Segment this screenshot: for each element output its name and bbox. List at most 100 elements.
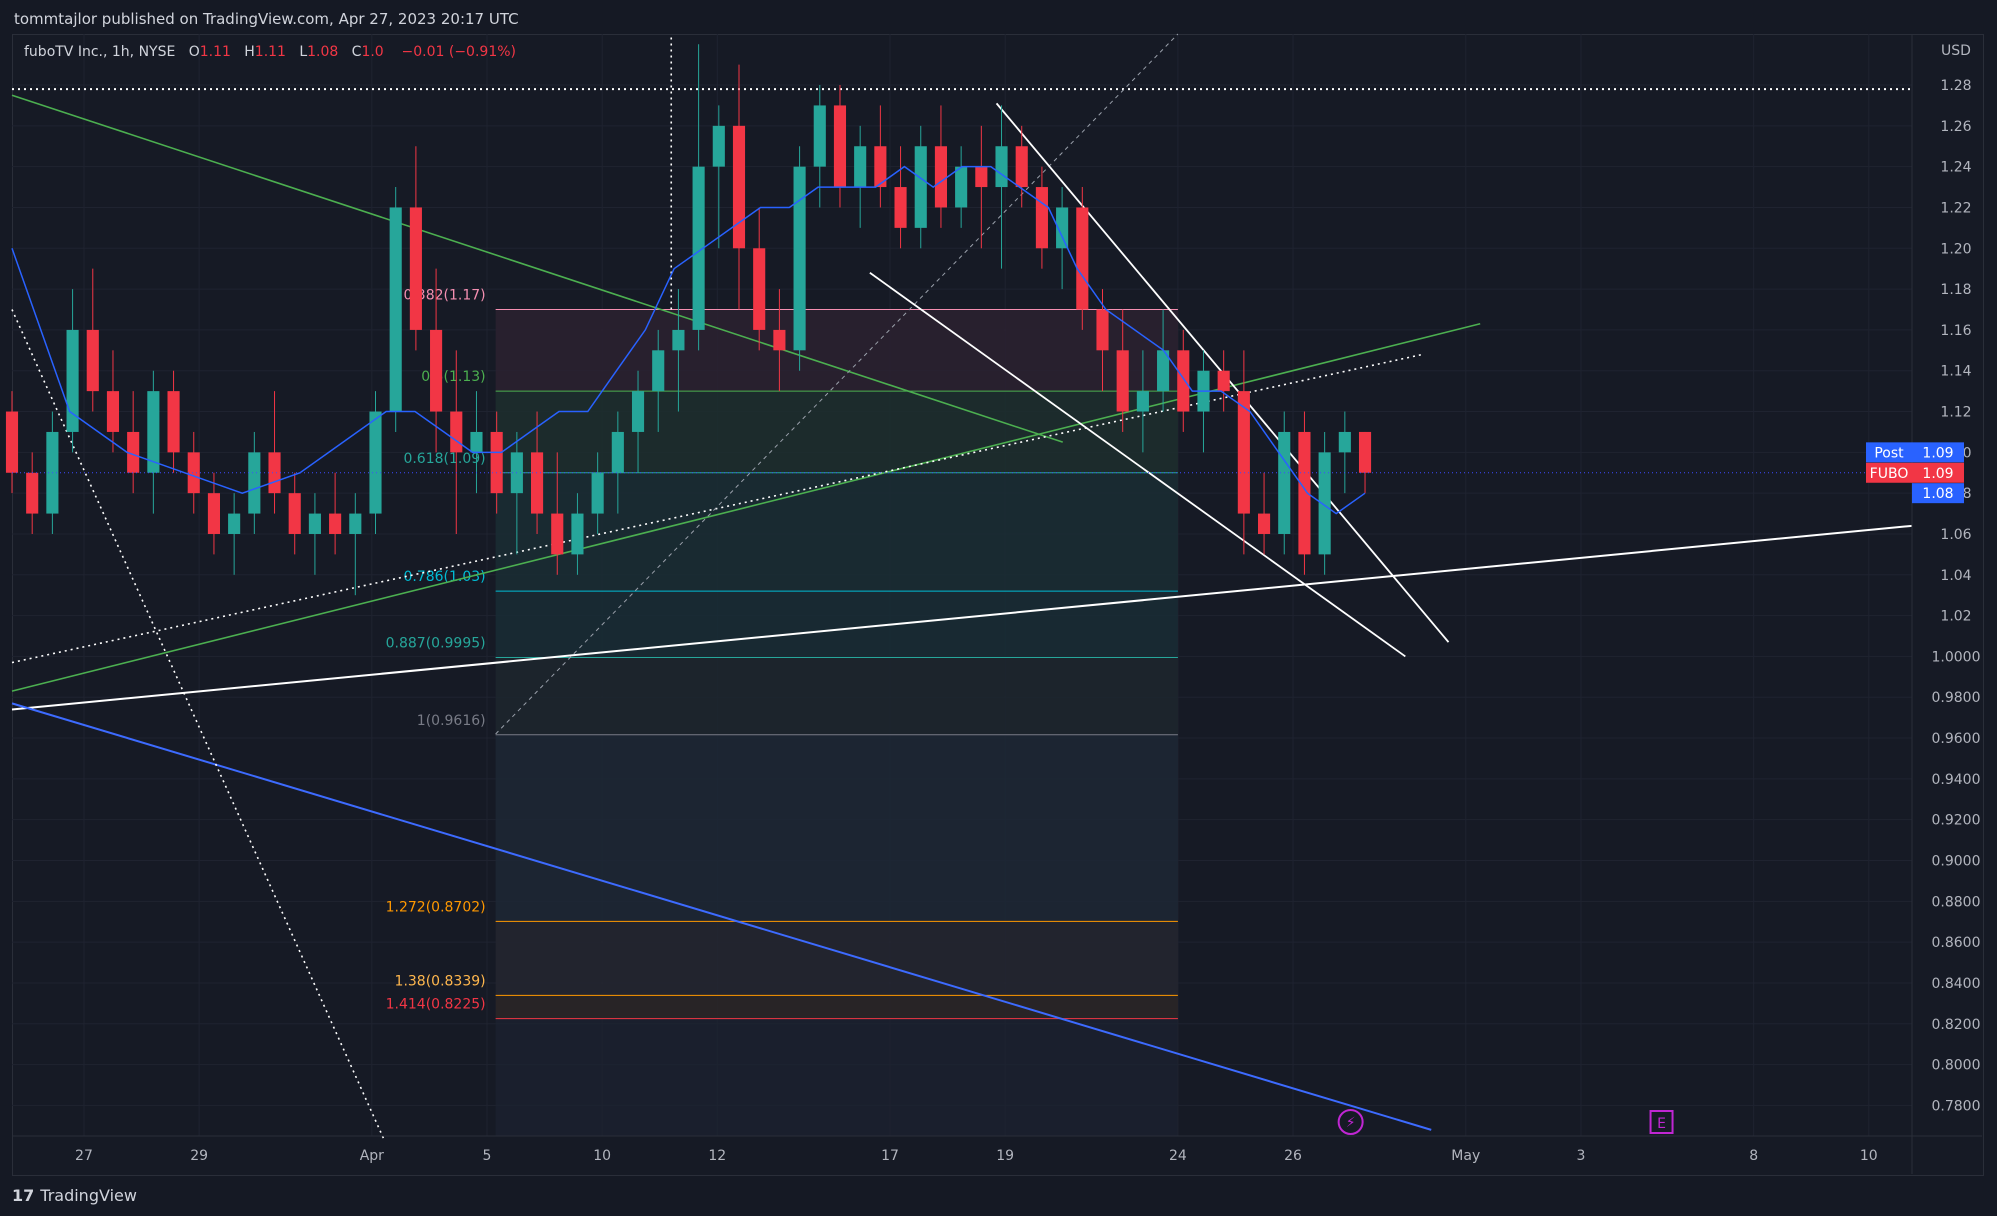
time-tick-label: 24 (1169, 1148, 1187, 1164)
time-tick-label: 27 (75, 1148, 93, 1164)
candle (894, 187, 907, 228)
fib-level-label: 0.887(0.9995) (386, 635, 486, 651)
price-chart[interactable]: 0.382(1.17)0.5(1.13)0.618(1.09)0.786(1.0… (0, 0, 1997, 1216)
candle (1278, 431, 1291, 534)
price-tick-label: 0.8000 (1932, 1058, 1981, 1074)
time-tick-label: 3 (1576, 1148, 1585, 1164)
candle (712, 125, 725, 167)
symbol-legend: fuboTV Inc., 1h, NYSE O1.11 H1.11 L1.08 … (24, 44, 516, 60)
change-value: −0.01 (−0.91%) (401, 44, 516, 60)
candle (308, 513, 321, 534)
low-value: 1.08 (307, 44, 339, 60)
candle (591, 472, 604, 514)
candle (1136, 391, 1149, 412)
candle (530, 452, 544, 514)
candle (813, 105, 826, 167)
time-tick-label: 17 (881, 1148, 899, 1164)
price-tick-label: 1.16 (1940, 323, 1971, 339)
price-tick-label: 0.8600 (1932, 935, 1981, 951)
candle (1035, 187, 1048, 249)
candle (652, 350, 665, 392)
price-tick-label: 0.8800 (1932, 894, 1981, 910)
candle (248, 452, 261, 514)
price-tick-label: 1.22 (1940, 200, 1971, 216)
price-tick-label: 0.9600 (1932, 731, 1981, 747)
candle (611, 431, 624, 473)
fib-zone (495, 921, 1178, 996)
price-badge-label: Post (1874, 445, 1904, 461)
candle (1217, 370, 1230, 392)
candle (268, 452, 281, 494)
candle (753, 248, 766, 330)
open-label: O (188, 44, 200, 60)
fib-level-label: 1.272(0.8702) (386, 899, 486, 915)
time-tick-label: 19 (996, 1148, 1014, 1164)
candle (228, 513, 241, 534)
fib-zone (495, 995, 1178, 1019)
time-tick-label: 12 (708, 1148, 726, 1164)
candle (187, 452, 200, 494)
high-value: 1.11 (254, 44, 286, 60)
candle (288, 493, 301, 534)
candle (26, 472, 39, 514)
fib-level-label: 1.414(0.8225) (386, 997, 486, 1013)
price-badge-value: 1.08 (1922, 486, 1953, 502)
price-tick-label: 1.02 (1940, 609, 1971, 625)
candle (1015, 146, 1028, 188)
candle (409, 207, 422, 330)
fib-zone (495, 309, 1178, 392)
candle (430, 329, 443, 412)
candle (1096, 309, 1109, 351)
time-tick-label: Apr (360, 1148, 384, 1164)
candle (1358, 431, 1372, 473)
candle (1177, 350, 1190, 412)
price-tick-label: 1.0000 (1932, 649, 1981, 665)
close-label: C (351, 44, 362, 60)
price-badge-value: 1.09 (1922, 466, 1953, 482)
open-value: 1.11 (199, 44, 231, 60)
candle (329, 513, 342, 534)
time-tick-label: 29 (190, 1148, 208, 1164)
fib-level-label: 0.618(1.09) (403, 451, 485, 467)
price-badge-label: FUBO (1870, 466, 1909, 482)
price-tick-label: 1.04 (1940, 568, 1971, 584)
high-label: H (244, 44, 255, 60)
time-tick-label: 8 (1749, 1148, 1758, 1164)
time-tick-label: May (1451, 1148, 1480, 1164)
tradingview-brand: TradingView (40, 1185, 137, 1205)
price-tick-label: 1.06 (1940, 527, 1971, 543)
price-tick-label: 0.9200 (1932, 813, 1981, 829)
candle (914, 146, 927, 228)
lightning-icon: ⚡ (1346, 1115, 1356, 1131)
candle (167, 391, 180, 453)
candle (5, 411, 19, 473)
price-tick-label: 1.28 (1940, 78, 1971, 94)
fib-zone (495, 591, 1178, 658)
candle (470, 431, 483, 453)
price-tick-label: 1.26 (1940, 119, 1971, 135)
time-tick-label: 5 (483, 1148, 492, 1164)
candle (551, 513, 564, 555)
price-badge-value: 1.09 (1922, 445, 1953, 461)
candle (389, 207, 402, 412)
earnings-letter-icon: E (1657, 1116, 1666, 1132)
candle (571, 513, 584, 555)
price-tick-label: 0.9000 (1932, 854, 1981, 870)
price-tick-label: 1.24 (1940, 160, 1971, 176)
price-tick-label: 1.12 (1940, 405, 1971, 421)
price-tick-label: 0.8400 (1932, 976, 1981, 992)
candle (854, 146, 867, 188)
candle (995, 146, 1008, 188)
footer: 17 TradingView (12, 1182, 137, 1208)
candle (934, 146, 948, 208)
candle (732, 125, 746, 249)
low-label: L (299, 44, 308, 60)
candle (955, 166, 968, 208)
candle (450, 411, 463, 453)
tradingview-logo: 17 (12, 1185, 35, 1205)
symbol-name: fuboTV Inc., 1h, NYSE (24, 44, 176, 60)
candle (793, 166, 806, 351)
fib-zone (495, 734, 1178, 922)
candle (1116, 350, 1129, 412)
price-tick-label: 1.18 (1940, 282, 1971, 298)
